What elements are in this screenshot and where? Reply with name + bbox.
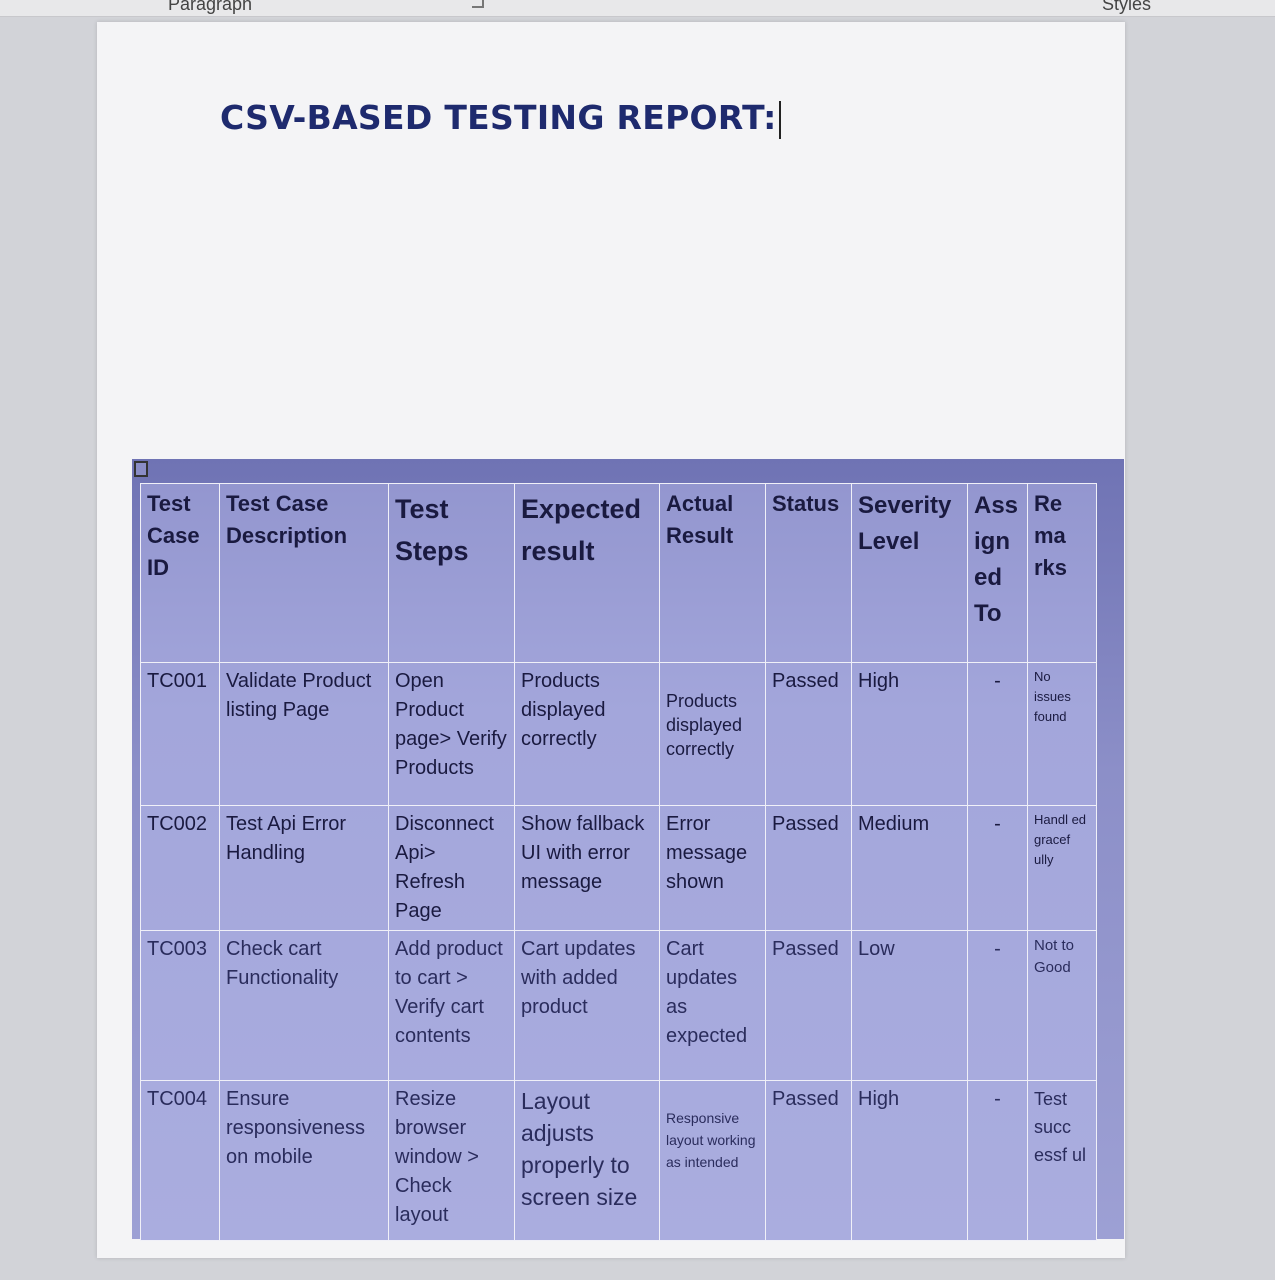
cell-remarks[interactable]: Not to Good xyxy=(1027,930,1097,1081)
header-remarks: Re ma rks xyxy=(1027,483,1097,663)
cell-description[interactable]: Check cart Functionality xyxy=(219,930,389,1081)
table-move-handle-icon[interactable] xyxy=(134,461,148,477)
table-row: TC001 Validate Product listing Page Open… xyxy=(140,662,1097,806)
cell-actual[interactable]: Cart updates as expected xyxy=(659,930,766,1081)
cell-description[interactable]: Ensure responsiveness on mobile xyxy=(219,1080,389,1241)
cell-severity[interactable]: High xyxy=(851,662,968,806)
cell-id[interactable]: TC003 xyxy=(140,930,220,1081)
table-row: TC002 Test Api Error Handling Disconnect… xyxy=(140,805,1097,931)
header-test-case-description: Test Case Description xyxy=(219,483,389,663)
cell-actual[interactable]: Products displayed correctly xyxy=(659,662,766,806)
cell-status[interactable]: Passed xyxy=(765,805,852,931)
cell-status[interactable]: Passed xyxy=(765,930,852,1081)
document-title-text: CSV-BASED TESTING REPORT: xyxy=(220,98,777,137)
cell-assigned[interactable]: - xyxy=(967,930,1028,1081)
cell-steps[interactable]: Disconnect Api> Refresh Page xyxy=(388,805,515,931)
styles-group-label: Styles xyxy=(1102,0,1152,14)
cell-status[interactable]: Passed xyxy=(765,662,852,806)
cell-description[interactable]: Test Api Error Handling xyxy=(219,805,389,931)
document-title[interactable]: CSV-BASED TESTING REPORT: xyxy=(220,98,781,139)
cell-expected[interactable]: Show fallback UI with error message xyxy=(514,805,660,931)
header-actual-result: Actual Result xyxy=(659,483,766,663)
text-cursor xyxy=(778,100,781,139)
cell-severity[interactable]: High xyxy=(851,1080,968,1241)
cell-expected[interactable]: Products displayed correctly xyxy=(514,662,660,806)
table-row: TC004 Ensure responsiveness on mobile Re… xyxy=(140,1080,1097,1241)
cell-steps[interactable]: Resize browser window > Check layout xyxy=(388,1080,515,1241)
header-test-case-id: Test Case ID xyxy=(140,483,220,663)
cell-assigned[interactable]: - xyxy=(967,1080,1028,1241)
cell-assigned[interactable]: - xyxy=(967,662,1028,806)
report-table-container: Test Case ID Test Case Description Test … xyxy=(132,459,1124,1241)
cell-severity[interactable]: Medium xyxy=(851,805,968,931)
paragraph-dialog-launcher-icon[interactable] xyxy=(472,0,484,8)
paragraph-group-label: Paragraph xyxy=(168,0,253,14)
cell-actual[interactable]: Error message shown xyxy=(659,805,766,931)
word-ribbon: Paragraph Styles xyxy=(0,0,1275,17)
cell-status[interactable]: Passed xyxy=(765,1080,852,1241)
cell-remarks[interactable]: Handl ed gracef ully xyxy=(1027,805,1097,931)
header-severity-level: Severity Level xyxy=(851,483,968,663)
table-row: TC003 Check cart Functionality Add produ… xyxy=(140,930,1097,1081)
cell-actual[interactable]: Responsive layout working as intended xyxy=(659,1080,766,1241)
cell-id[interactable]: TC002 xyxy=(140,805,220,931)
header-expected-result: Expected result xyxy=(514,483,660,663)
cell-severity[interactable]: Low xyxy=(851,930,968,1081)
testing-report-table: Test Case ID Test Case Description Test … xyxy=(140,483,1097,1241)
cell-steps[interactable]: Open Product page> Verify Products xyxy=(388,662,515,806)
cell-id[interactable]: TC001 xyxy=(140,662,220,806)
cell-expected[interactable]: Layout adjusts properly to screen size xyxy=(514,1080,660,1241)
cell-remarks[interactable]: No issues found xyxy=(1027,662,1097,806)
table-header-row: Test Case ID Test Case Description Test … xyxy=(140,483,1097,663)
cell-expected[interactable]: Cart updates with added product xyxy=(514,930,660,1081)
header-test-steps: Test Steps xyxy=(388,483,515,663)
cell-description[interactable]: Validate Product listing Page xyxy=(219,662,389,806)
cell-remarks[interactable]: Test succ essf ul xyxy=(1027,1080,1097,1241)
header-status: Status xyxy=(765,483,852,663)
cell-assigned[interactable]: - xyxy=(967,805,1028,931)
header-assigned-to: Ass ign ed To xyxy=(967,483,1028,663)
cell-steps[interactable]: Add product to cart > Verify cart conten… xyxy=(388,930,515,1081)
cell-id[interactable]: TC004 xyxy=(140,1080,220,1241)
